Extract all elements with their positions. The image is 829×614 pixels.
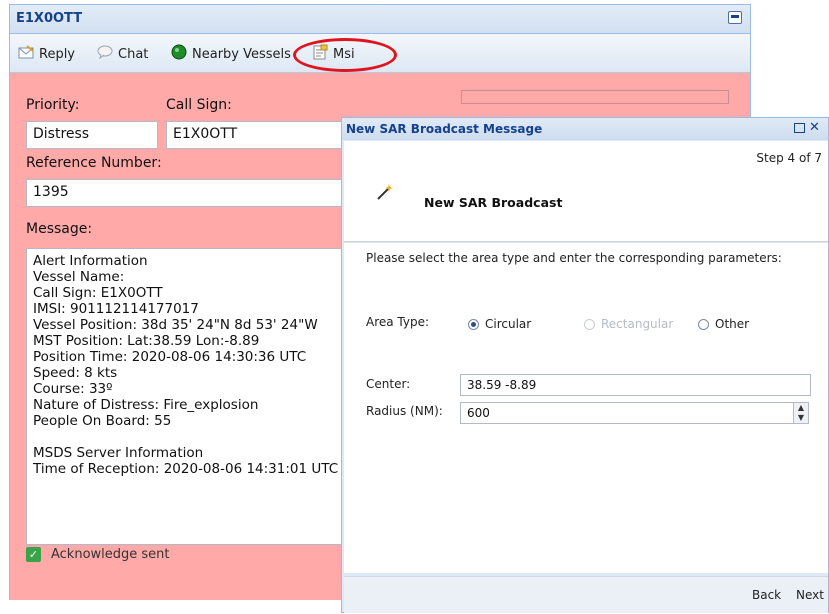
acknowledge-label: Acknowledge sent xyxy=(51,547,170,562)
instruction-text: Please select the area type and enter th… xyxy=(366,251,782,265)
callsign-field[interactable]: E1X0OTT xyxy=(166,121,366,149)
nearby-vessels-button[interactable]: Nearby Vessels xyxy=(171,44,291,64)
message-line: Nature of Distress: Fire_explosion xyxy=(33,397,259,413)
reference-label: Reference Number: xyxy=(26,155,162,171)
message-line: People On Board: 55 xyxy=(33,413,172,429)
msi-highlight-circle xyxy=(293,38,397,72)
message-line: Alert Information xyxy=(33,253,148,269)
chat-bubble-icon xyxy=(97,45,113,63)
reply-label: Reply xyxy=(39,46,76,62)
chat-label: Chat xyxy=(118,46,149,62)
radio-selected-icon xyxy=(468,318,479,330)
next-button[interactable]: Next xyxy=(796,588,824,602)
acknowledge-status: ✓ Acknowledge sent xyxy=(26,547,170,562)
area-type-label: Area Type: xyxy=(366,315,430,329)
nearby-vessels-label: Nearby Vessels xyxy=(192,46,291,62)
maximize-icon[interactable] xyxy=(794,123,805,133)
radio-rectangular[interactable]: Rectangular xyxy=(584,317,673,331)
reference-field[interactable]: 1395 xyxy=(26,179,366,207)
dialog-title: New SAR Broadcast Message xyxy=(346,122,543,136)
message-line xyxy=(33,429,349,445)
dialog-header: Step 4 of 7 New SAR Broadcast xyxy=(344,141,828,242)
radius-input[interactable]: 600 xyxy=(460,402,796,424)
message-line: Position Time: 2020-08-06 14:30:36 UTC xyxy=(33,349,307,365)
step-indicator: Step 4 of 7 xyxy=(756,151,822,165)
message-line: IMSI: 901112114177017 xyxy=(33,301,199,317)
radio-other[interactable]: Other xyxy=(698,317,749,331)
dialog-heading: New SAR Broadcast xyxy=(424,195,563,210)
dialog-titlebar: New SAR Broadcast Message ✕ xyxy=(342,118,828,140)
green-status-icon xyxy=(171,44,187,64)
reply-button[interactable]: Reply xyxy=(18,45,75,63)
back-button[interactable]: Back xyxy=(752,588,781,602)
priority-label: Priority: xyxy=(26,97,80,113)
chat-button[interactable]: Chat xyxy=(97,45,148,63)
message-line: Time of Reception: 2020-08-06 14:31:01 U… xyxy=(33,461,339,477)
message-line: Call Sign: E1X0OTT xyxy=(33,285,163,301)
message-line: Vessel Position: 38d 35' 24"N 8d 53' 24"… xyxy=(33,317,318,333)
radio-circular[interactable]: Circular xyxy=(468,317,531,331)
envelope-icon xyxy=(18,45,34,63)
center-input[interactable]: 38.59 -8.89 xyxy=(460,374,811,396)
callsign-label: Call Sign: xyxy=(166,97,232,113)
window-titlebar: E1X0OTT xyxy=(10,5,750,34)
message-label: Message: xyxy=(26,221,93,237)
message-line: MST Position: Lat:38.59 Lon:-8.89 xyxy=(33,333,260,349)
message-line: Speed: 8 kts xyxy=(33,365,118,381)
message-textarea[interactable]: Alert Information Vessel Name: Call Sign… xyxy=(26,248,356,545)
dialog-body: Please select the area type and enter th… xyxy=(344,243,828,573)
window-title: E1X0OTT xyxy=(16,11,83,26)
dialog-footer: Back Next xyxy=(344,576,828,613)
checkmark-icon: ✓ xyxy=(26,547,41,562)
radius-label: Radius (NM): xyxy=(366,404,443,418)
progress-bar xyxy=(461,90,729,104)
center-label: Center: xyxy=(366,377,411,391)
minimize-icon[interactable] xyxy=(728,11,742,24)
close-icon[interactable]: ✕ xyxy=(809,120,820,135)
radio-disabled-icon xyxy=(584,318,595,330)
priority-field[interactable]: Distress xyxy=(26,121,158,149)
sar-broadcast-dialog: New SAR Broadcast Message ✕ Step 4 of 7 … xyxy=(341,117,829,613)
message-line: Course: 33º xyxy=(33,381,113,397)
magic-wand-icon xyxy=(376,183,394,205)
radio-unselected-icon xyxy=(698,318,709,330)
message-line: MSDS Server Information xyxy=(33,445,204,461)
message-line: Vessel Name: xyxy=(33,269,125,285)
radius-spinner[interactable]: ▲ ▼ xyxy=(793,402,809,424)
